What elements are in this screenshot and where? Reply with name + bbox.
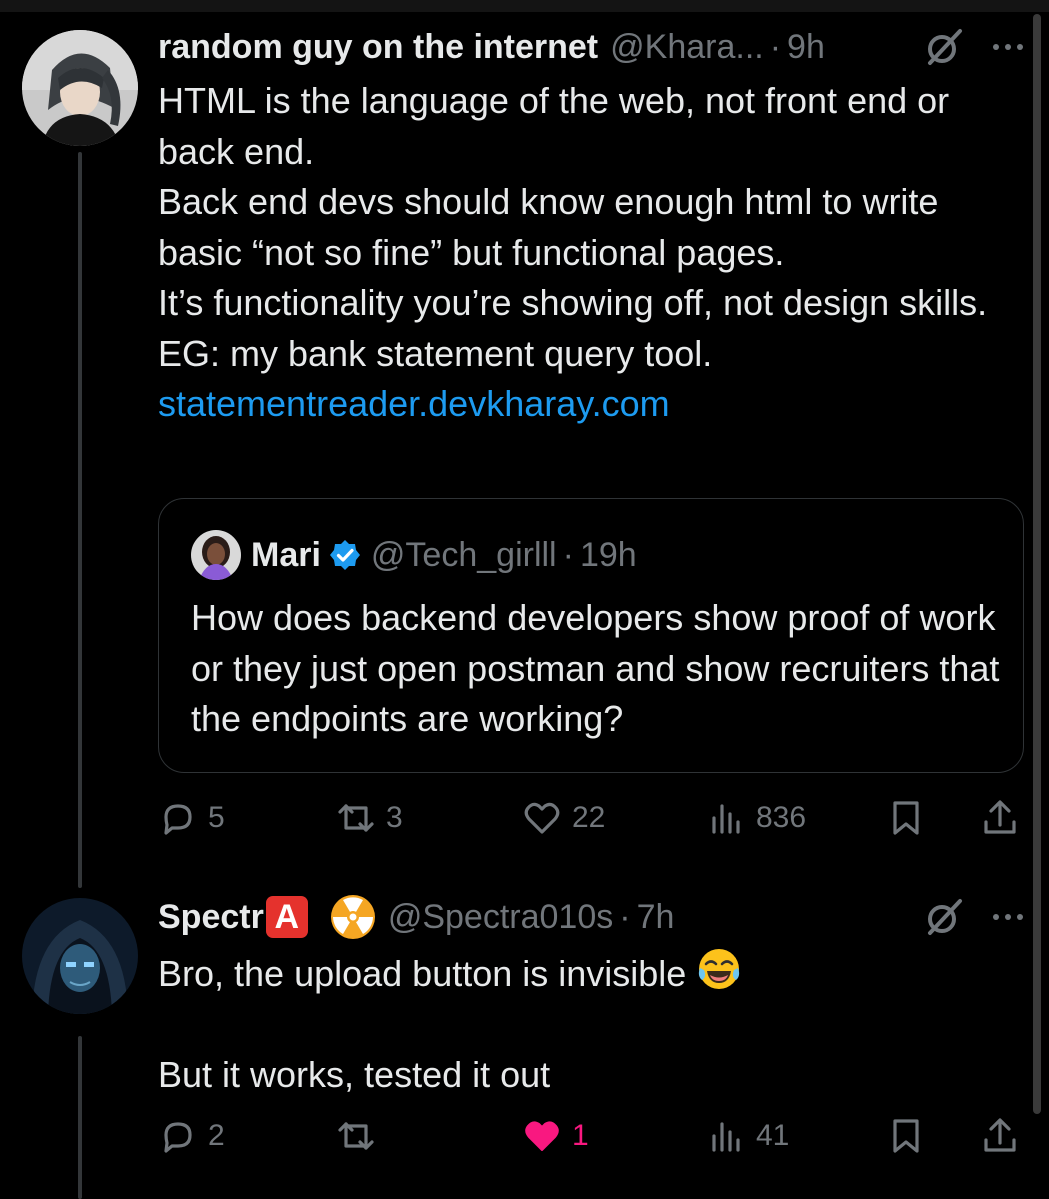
post-text-line: EG: my bank statement query tool.	[158, 332, 713, 374]
post-text-line: Back end devs should know enough html to…	[158, 181, 939, 273]
radioactive-icon	[330, 895, 375, 939]
thread-line	[78, 1036, 82, 1199]
scrollbar[interactable]	[1033, 14, 1041, 1114]
more-dots-icon[interactable]	[990, 29, 1026, 65]
repost-button[interactable]	[336, 1111, 386, 1161]
reply-author-name[interactable]: Spectr	[158, 898, 264, 937]
bookmark-icon	[893, 1119, 919, 1153]
post-text-line: It’s functionality you’re showing off, n…	[158, 282, 988, 323]
post-header-icons	[924, 27, 1026, 67]
like-count: 22	[572, 801, 606, 834]
post-text-line: HTML is the language of the web, not fro…	[158, 80, 950, 172]
reply-button[interactable]: 5	[158, 793, 225, 843]
views-button[interactable]: 836	[706, 793, 806, 843]
repost-arrows-icon	[338, 1122, 374, 1150]
reply-button[interactable]: 2	[158, 1111, 225, 1161]
verified-badge-icon	[329, 540, 360, 570]
separator-dot: ·	[619, 897, 631, 936]
laughing-tears-emoji-icon	[699, 949, 740, 989]
letter-a-badge: A	[265, 896, 308, 938]
reply-header: Spectr A @Spectra010s · 7h	[158, 892, 674, 942]
bookmark-icon	[893, 801, 919, 835]
bar-chart-icon	[712, 804, 740, 834]
quoted-author-avatar[interactable]	[191, 530, 241, 580]
author-name[interactable]: random guy on the internet	[158, 28, 598, 67]
quoted-post-text: How does backend developers show proof o…	[191, 597, 1000, 739]
separator-dot: ·	[769, 27, 782, 66]
views-button[interactable]: 41	[706, 1111, 789, 1161]
bookmark-button[interactable]	[886, 793, 926, 843]
heart-icon	[524, 802, 560, 834]
share-upload-icon	[984, 1118, 1016, 1152]
reply-bubble-icon	[164, 804, 192, 835]
reply-author-handle[interactable]: @Spectra010s	[388, 898, 613, 937]
heart-icon	[525, 1121, 559, 1151]
views-count: 836	[756, 801, 807, 834]
more-dots-icon[interactable]	[990, 899, 1026, 935]
share-upload-icon	[984, 800, 1016, 834]
reply-count: 2	[208, 1119, 225, 1152]
post-actions: 5 3 22 836	[158, 793, 1028, 843]
bar-chart-icon	[712, 1122, 740, 1152]
repost-count: 3	[386, 801, 403, 834]
reply-text-line: Bro, the upload button is invisible	[158, 953, 687, 994]
author-handle[interactable]: @Khara...	[610, 28, 764, 67]
views-count: 41	[756, 1119, 790, 1152]
reply-time[interactable]: 7h	[637, 898, 675, 937]
post-time[interactable]: 9h	[787, 28, 825, 67]
top-bar	[0, 0, 1049, 12]
repost-button[interactable]: 3	[336, 793, 403, 843]
quoted-post-time[interactable]: 19h	[580, 536, 637, 575]
post-body: HTML is the language of the web, not fro…	[158, 76, 1028, 430]
reply-count: 5	[208, 801, 225, 834]
grok-slash-circle-icon[interactable]	[924, 27, 964, 67]
like-button[interactable]: 22	[522, 793, 605, 843]
reply-bubble-icon	[164, 1122, 192, 1153]
like-button[interactable]: 1	[522, 1111, 589, 1161]
repost-arrows-icon	[338, 804, 374, 832]
share-button[interactable]	[980, 1111, 1020, 1161]
thread-line	[78, 152, 82, 888]
post-link[interactable]: statementreader.devkharay.com	[158, 383, 670, 424]
quoted-author-name[interactable]: Mari	[251, 536, 321, 575]
reply-actions: 2 1 41	[158, 1111, 1028, 1161]
share-button[interactable]	[980, 793, 1020, 843]
separator-dot: ·	[562, 535, 574, 574]
quoted-post-header: Mari @Tech_girlll · 19h	[191, 529, 637, 581]
post-header: random guy on the internet @Khara... · 9…	[158, 22, 825, 72]
quoted-author-handle[interactable]: @Tech_girlll	[371, 536, 557, 575]
quoted-post[interactable]: Mari @Tech_girlll · 19h How does backend…	[158, 498, 1024, 773]
like-count: 1	[572, 1119, 589, 1152]
grok-slash-circle-icon[interactable]	[924, 897, 964, 937]
reply-body: Bro, the upload button is invisible But …	[158, 946, 1028, 1101]
reply-header-icons	[924, 897, 1026, 937]
author-avatar[interactable]	[22, 30, 138, 146]
reply-author-avatar[interactable]	[22, 898, 138, 1014]
bookmark-button[interactable]	[886, 1111, 926, 1161]
reply-text-line: But it works, tested it out	[158, 1054, 551, 1095]
